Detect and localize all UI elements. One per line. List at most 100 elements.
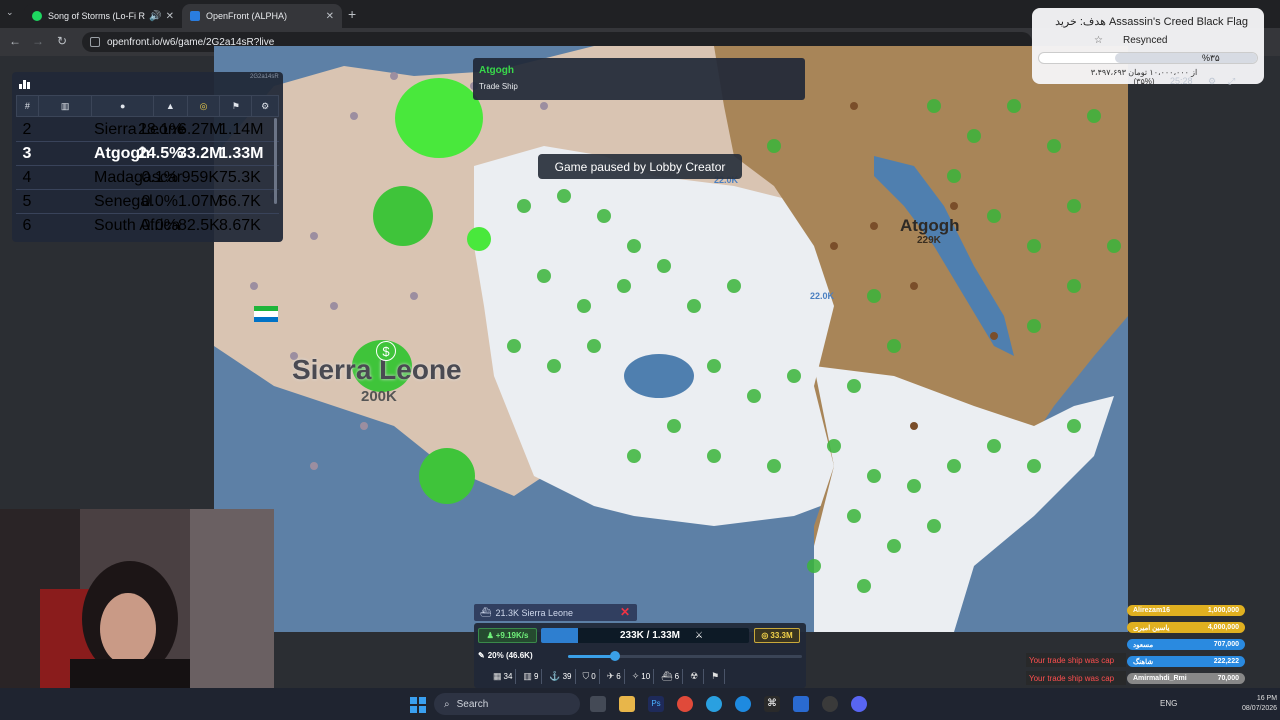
donor-name: شاهنگ: [1133, 658, 1154, 666]
donor-row: Alirezam16 1,000,000: [1127, 605, 1245, 616]
row-troops: 66.7K: [219, 192, 261, 210]
back-button[interactable]: ←: [7, 34, 23, 48]
obs-icon[interactable]: [822, 696, 838, 712]
capcut-icon[interactable]: ⌘: [764, 696, 780, 712]
building-item[interactable]: ✧ 10: [629, 669, 655, 684]
building-count: 34: [503, 672, 513, 681]
leaderboard-row[interactable]: 5 Senegal 0.0% 1.07M 66.7K: [16, 190, 279, 214]
donor-amount: 70,000: [1217, 675, 1239, 682]
building-item[interactable]: ▥ 9: [520, 669, 543, 684]
building-item[interactable]: ▦ 34: [490, 669, 517, 684]
tab-spotify[interactable]: Song of Storms (Lo-Fi Remix 🔊 ✕: [24, 4, 182, 28]
leaderboard-row[interactable]: 4 Madagascar 0.1% 959K 75.3K: [16, 166, 279, 190]
settings-icon[interactable]: ⚙: [252, 95, 278, 117]
tab-search-icon[interactable]: ⌄: [6, 7, 20, 21]
file-explorer-icon[interactable]: [619, 696, 635, 712]
paused-banner: Game paused by Lobby Creator: [538, 154, 742, 179]
selected-unit-label: ⛴ 21.3K Sierra Leone: [474, 604, 637, 621]
discord-icon[interactable]: [851, 696, 867, 712]
chrome-icon[interactable]: [677, 696, 693, 712]
stream-timer: 25:28: [1170, 76, 1193, 86]
building-bar: ▦ 34 ▥ 9 ⚓ 39 ⛉ 0 ✈ 6 ✧ 10 ⛴ 6 ☢ ⚑: [490, 668, 790, 685]
goal-percent: %۳۵: [1202, 53, 1220, 63]
troop-bar-fill: [541, 628, 579, 643]
tab-close-icon[interactable]: ✕: [166, 11, 174, 22]
building-item[interactable]: ⚓ 39: [546, 669, 576, 684]
building-item[interactable]: ⛉ 0: [580, 669, 600, 684]
tab-label: Song of Storms (Lo-Fi Remix: [48, 11, 146, 21]
donor-amount: 222,222: [1213, 658, 1239, 665]
tooltip-unit-type: Trade Ship: [479, 82, 518, 91]
search-icon: ⌕: [444, 698, 450, 710]
spotify-icon: [32, 11, 42, 21]
windows-start-icon[interactable]: [410, 697, 426, 713]
building-item[interactable]: ☢: [687, 669, 705, 684]
star-icon: ☆: [1094, 35, 1103, 46]
clock-time: 16 PM: [1256, 695, 1278, 702]
leaderboard-row[interactable]: 6 South Africa 0.0% 82.5K 8.67K: [16, 214, 279, 238]
ship-troop-label: 22.0K: [810, 291, 835, 301]
leaderboard-row-self[interactable]: 3 Atgogh 24.5% 33.2M 1.33M: [16, 142, 279, 166]
building-item[interactable]: ⛴ 6: [658, 669, 684, 684]
building-item[interactable]: ✈ 6: [604, 669, 625, 684]
close-selection-button[interactable]: ✕: [620, 605, 630, 619]
new-tab-button[interactable]: +: [348, 6, 356, 22]
donor-amount: 4,000,000: [1207, 624, 1239, 631]
donation-goal-widget: هدف: خرید Assassin's Creed Black Flag ☆ …: [1032, 8, 1264, 86]
tab-openfront[interactable]: OpenFront (ALPHA) ✕: [182, 4, 342, 28]
edge-icon[interactable]: [735, 696, 751, 712]
row-troops: 1.14M: [219, 120, 264, 138]
row-troops: 1.33M: [219, 144, 264, 162]
attack-ratio-slider-handle[interactable]: [609, 651, 620, 661]
game-id: 2G2a14sR: [250, 74, 279, 80]
expand-icon[interactable]: ⤢: [1228, 76, 1235, 87]
windows-taskbar: [0, 688, 1280, 720]
player-troops-sierra-leone: 200K: [361, 388, 397, 405]
row-troops: 8.67K: [219, 217, 261, 234]
world-map[interactable]: [214, 46, 1128, 632]
row-name: Senegal: [94, 192, 153, 210]
gold-header-icon[interactable]: ◎: [188, 95, 221, 117]
vscode-icon[interactable]: [793, 696, 809, 712]
keyboard-language[interactable]: ENG: [1160, 699, 1177, 708]
telegram-icon[interactable]: [706, 696, 722, 712]
photoshop-icon[interactable]: Ps: [648, 696, 664, 712]
bar-chart-icon[interactable]: [18, 77, 31, 90]
row-gold: 959K: [181, 168, 219, 186]
forward-button[interactable]: →: [30, 34, 46, 48]
troops-header-icon[interactable]: ⚑: [220, 95, 253, 117]
taskbar-search[interactable]: ⌕ Search: [434, 693, 580, 715]
task-view-icon[interactable]: [590, 696, 606, 712]
player-header-icon[interactable]: ●: [92, 95, 154, 117]
donor-name: مسعود: [1133, 641, 1154, 649]
leaderboard-header: # ▥ ● ▲ ◎ ⚑ ⚙: [16, 95, 279, 117]
donor-name: Alirezam16: [1133, 607, 1170, 614]
attack-ratio-slider-fill: [568, 655, 615, 658]
troops-icon: ♟: [486, 631, 494, 640]
speaker-icon[interactable]: 🔊: [149, 11, 161, 22]
building-count: 0: [591, 672, 596, 681]
site-info-icon[interactable]: [90, 37, 100, 47]
row-gold: 1.07M: [178, 192, 223, 210]
leaderboard-scrollbar[interactable]: [274, 118, 277, 204]
rank-header[interactable]: #: [17, 95, 39, 117]
soldier-icon: ⚔: [695, 630, 704, 640]
attack-ratio-label: ✎ 20% (46.6K): [478, 648, 550, 662]
leaderboard-row[interactable]: 2 Sierra Leone 28.1% 6.27M 1.14M: [16, 118, 279, 142]
territory-header-icon[interactable]: ▥: [39, 95, 93, 117]
building-item[interactable]: ⚑: [708, 669, 726, 684]
event-toast: Your trade ship was cap: [1026, 671, 1126, 685]
row-rank: 3: [22, 144, 32, 162]
tab-close-icon[interactable]: ✕: [326, 11, 334, 22]
system-clock[interactable]: 16 PM 08/07/2026: [1242, 694, 1277, 714]
donor-name: یاسین امیری: [1133, 624, 1170, 632]
goal-progress-fill: [1115, 53, 1257, 63]
sam-icon: ✧: [631, 671, 640, 681]
settings-icon[interactable]: ⚙: [1208, 76, 1216, 87]
row-name: South Africa: [94, 217, 181, 234]
defense-icon: ⛉: [582, 671, 590, 681]
reload-button[interactable]: ↻: [54, 34, 70, 48]
percent-sort-icon[interactable]: ▲: [154, 95, 188, 117]
building-count: 6: [616, 672, 621, 681]
attack-ratio: 20% (46.6K): [487, 650, 533, 660]
